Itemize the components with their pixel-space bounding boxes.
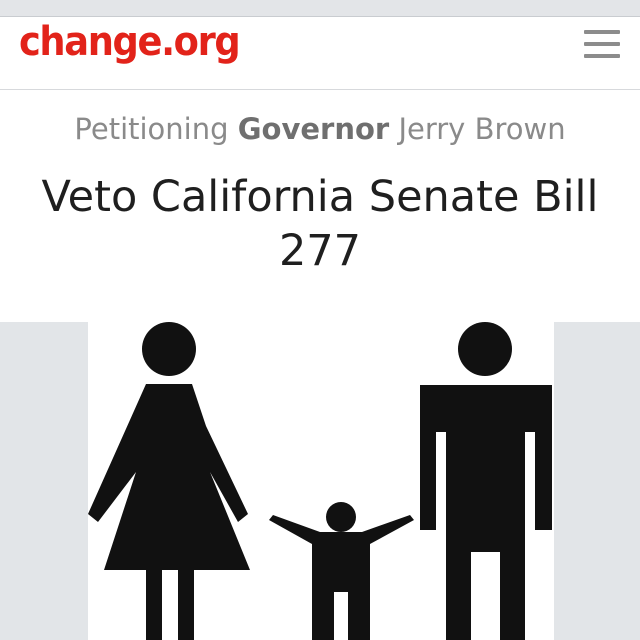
family-figures-icon [88, 322, 552, 640]
menu-bar-bottom [584, 54, 620, 58]
petition-image-area [0, 322, 640, 640]
menu-bar-top [584, 30, 620, 34]
change-org-logo[interactable]: change.org [19, 19, 241, 65]
site-header: change.org [0, 17, 640, 90]
child-head-icon [326, 502, 356, 532]
petition-target-title: Governor [237, 112, 390, 146]
petition-prefix: Petitioning [74, 112, 229, 146]
browser-top-strip [0, 0, 640, 17]
woman-head-icon [142, 322, 196, 376]
petition-title: Veto California Senate Bill 277 [41, 172, 599, 276]
woman-body-icon [88, 384, 250, 640]
petition-target-name: Jerry Brown [398, 112, 566, 146]
menu-bar-middle [584, 42, 620, 46]
petition-target-line: Petitioning Governor Jerry Brown [0, 112, 640, 146]
child-body-icon [269, 515, 414, 640]
figure-group [88, 322, 552, 640]
man-body-icon [420, 385, 552, 640]
man-head-icon [458, 322, 512, 376]
hamburger-menu-icon[interactable] [580, 27, 624, 61]
